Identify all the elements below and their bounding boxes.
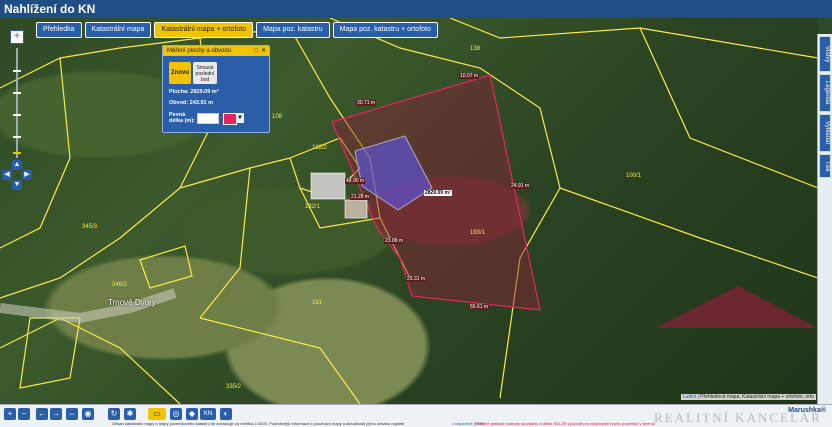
map-canvas[interactable]: 138 100/1 193/1 108 182/2 182/1 345/3 34… [0,18,818,404]
app-title: Nahlížení do KN [0,0,832,18]
pan-left-icon[interactable]: ◀ [2,170,12,180]
tab-katastralni-mapa-ortofoto[interactable]: Katastrální mapa + ortofoto [154,22,254,38]
globe-icon[interactable]: ◉ [82,408,94,420]
zoom-out-icon[interactable]: − [18,408,30,420]
tab-legenda[interactable]: Legenda [819,74,831,112]
footer-warning: Veškeré grafické hodnoty souřadnic a dél… [475,421,656,426]
right-sidebar: Vrstvy Legenda Vyhledat Tisk [817,34,832,404]
zoom-tick [13,92,21,94]
close-icon[interactable]: ✕ [261,46,266,56]
dimension-label: 10.07 m [459,73,480,79]
dimension-label: 21.28 m [350,194,371,200]
watermark: REALITNÍ KANCELÁŘ [654,410,822,425]
map-credits: Ludiol | Přehledová mapa, Katastrální ma… [680,394,816,400]
tab-prehledka[interactable]: Přehledka [36,22,82,38]
eye-icon[interactable]: ◐ [220,408,232,420]
parcel-label: 100/1 [626,173,642,179]
dimension-label: 55.61 m [469,304,490,310]
full-extent-icon[interactable]: ⇔ [66,408,78,420]
zoom-tick [13,114,21,116]
area-value: Plocha: 2829.09 m² [169,89,219,95]
parcel-label: 182/2 [312,145,328,151]
dimension-label: 24.91 m [510,183,531,189]
measure-tool-icon[interactable]: ▭ [148,408,166,420]
chevron-down-icon[interactable]: ▼ [236,113,244,123]
parcel-label: 345/3 [82,224,98,230]
map-tabs: Přehledka Katastrální mapa Katastrální m… [36,22,438,38]
back-icon[interactable]: ← [36,408,48,420]
footer-note: Obsah katastrální mapy a mapy pozemkovéh… [112,421,405,426]
new-measure-button[interactable]: Znovu [169,62,191,84]
zoom-tick [13,136,21,138]
forward-icon[interactable]: → [50,408,62,420]
zoom-slider[interactable] [16,48,18,158]
pan-up-icon[interactable]: ▲ [12,160,22,170]
tab-vrstvy[interactable]: Vrstvy [819,36,831,72]
fixed-length-label: Pevná délka (m): [169,112,195,124]
tab-mapa-poz-katastru[interactable]: Mapa poz. katastru [256,22,330,38]
measure-panel-title: Měření plochy a obvodu [167,48,232,54]
dimension-label: 29.31 m [406,276,427,282]
zoom-in-button[interactable]: + [10,30,24,44]
zoom-tick [13,70,21,72]
parcel-label: 138 [470,46,481,52]
parcel-label: 191 [312,300,323,306]
marker-icon[interactable]: ◆ [186,408,198,420]
perimeter-value: Obvod: 243.91 m [169,100,214,106]
tab-tisk[interactable]: Tisk [819,154,831,178]
info-icon[interactable]: ✱ [124,408,136,420]
delete-last-point-button[interactable]: Smazat poslední bod [193,62,217,84]
pan-right-icon[interactable]: ▶ [22,170,32,180]
credits-link[interactable]: Ludiol [683,394,696,400]
parcel-label: 193/1 [470,230,486,236]
pan-controls: ▲ ◀ ▶ ▼ [2,160,32,190]
dimension-label: 48.90 m [345,178,366,184]
dimension-label: 23.88 m [384,238,405,244]
location-icon[interactable]: ◎ [170,408,182,420]
refresh-icon[interactable]: ↻ [108,408,120,420]
pan-down-icon[interactable]: ▼ [12,180,22,190]
map-overlay [0,18,818,404]
color-swatch[interactable] [223,113,237,125]
credits-text: Přehledová mapa, Katastrální mapa + orto… [700,394,814,400]
tab-vyhledat[interactable]: Vyhledat [819,114,831,152]
measure-panel-header: Měření plochy a obvodu □ ✕ [163,46,269,56]
parcel-label: 346/2 [112,282,128,288]
dimension-label: 30.71 m [356,100,377,106]
area-label: 2829.09 m² [424,190,452,196]
fixed-length-input[interactable] [197,113,219,124]
parcel-label: 335/2 [226,384,242,390]
tab-mapa-poz-katastru-ortofoto[interactable]: Mapa poz. katastru + ortofoto [332,22,438,38]
maximize-icon[interactable]: □ [254,46,258,56]
tab-katastralni-mapa[interactable]: Katastrální mapa [84,22,152,38]
zoom-controls: + [6,28,28,46]
zoom-handle[interactable] [13,152,21,154]
parcel-label: 108 [272,114,283,120]
kn-button[interactable]: KN [200,408,216,420]
place-name: Trnové Dvory [108,298,156,307]
measure-panel: Měření plochy a obvodu □ ✕ Znovu Smazat … [162,45,270,133]
zoom-in-icon[interactable]: + [4,408,16,420]
parcel-label: 182/1 [305,204,321,210]
